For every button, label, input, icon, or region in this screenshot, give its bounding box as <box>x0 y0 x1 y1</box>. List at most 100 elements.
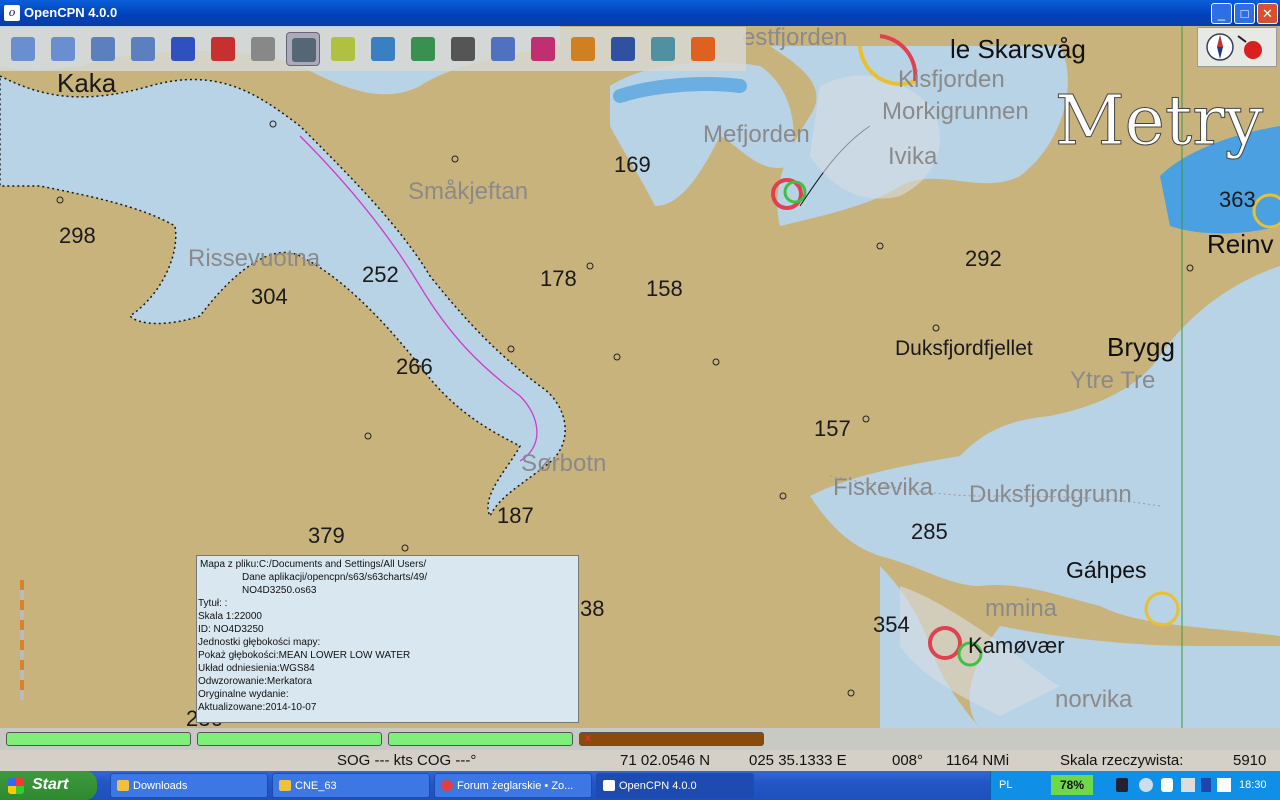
info-line: Pokaż głębokości:MEAN LOWER LOW WATER <box>198 650 411 661</box>
latitude-readout: 71 02.0546 N <box>620 752 711 769</box>
opencpn-icon <box>603 780 615 791</box>
scale-value: 5910 <box>1233 752 1267 769</box>
piano-key[interactable] <box>6 732 191 746</box>
place-label: norvika <box>1055 686 1133 713</box>
minimize-button[interactable]: _ <box>1211 3 1232 24</box>
toolbar-settings-button[interactable] <box>246 32 280 66</box>
sounding: 169 <box>614 152 651 177</box>
security-icon[interactable] <box>1217 778 1231 792</box>
taskbar-item-opencpn[interactable]: OpenCPN 4.0.0 <box>596 773 754 798</box>
toolbar-auto-follow-button[interactable] <box>206 32 240 66</box>
language-indicator[interactable]: PL <box>999 779 1012 791</box>
toolbar-help-button[interactable] <box>606 32 640 66</box>
sounding: 266 <box>396 354 433 379</box>
chart-piano-bar: x <box>0 728 1280 750</box>
taskbar-item-label: Downloads <box>133 780 188 792</box>
folder-icon <box>279 780 291 791</box>
sounding: 298 <box>59 223 96 248</box>
sounding: 304 <box>251 284 288 309</box>
info-line: NO4D3250.os63 <box>242 585 317 596</box>
toolbar-print-button[interactable] <box>446 32 480 66</box>
battery-indicator[interactable]: 78% <box>1051 775 1093 795</box>
sounding: 285 <box>911 519 948 544</box>
sounding: 292 <box>965 246 1002 271</box>
network-icon[interactable] <box>1181 778 1195 792</box>
place-label: Gáhpes <box>1066 557 1147 583</box>
bluetooth-icon[interactable] <box>1201 778 1211 792</box>
toolbar-scale-in-button[interactable] <box>86 32 120 66</box>
chart-canvas[interactable]: 298 304 252 178 158 169 266 292 157 187 … <box>0 26 1280 728</box>
toolbar-scale-out-button[interactable] <box>126 32 160 66</box>
toolbar-zoom-in-button[interactable] <box>6 32 40 66</box>
distance-readout: 1164 NMi <box>946 752 1010 769</box>
notification-icon[interactable] <box>1161 778 1173 792</box>
current-tide-icon <box>331 37 355 61</box>
toolbar-mob-button[interactable] <box>686 32 720 66</box>
taskbar-item-label: OpenCPN 4.0.0 <box>619 780 697 792</box>
piano-key[interactable] <box>388 732 573 746</box>
taskbar-item-label: CNE_63 <box>295 780 337 792</box>
route-manager-icon <box>491 37 515 61</box>
settings-icon <box>251 37 275 61</box>
mob-icon <box>691 37 715 61</box>
place-label: Kaka <box>57 68 117 98</box>
info-line: Mapa z pliku:C:/Documents and Settings/A… <box>200 559 427 570</box>
toolbar-color-scheme-button[interactable] <box>566 32 600 66</box>
place-label: mmina <box>985 595 1058 622</box>
windows-logo-icon <box>8 778 24 794</box>
chevron-left-icon[interactable] <box>1139 778 1153 792</box>
auto-follow-icon <box>211 37 235 61</box>
toolbar-current-tide-button[interactable] <box>326 32 360 66</box>
place-label: estfjorden <box>742 26 848 51</box>
toolbar-zoom-out-button[interactable] <box>46 32 80 66</box>
ais-tide-icon <box>371 37 395 61</box>
main-toolbar <box>0 27 746 71</box>
toolbar-chart-info-button[interactable] <box>646 32 680 66</box>
info-line: Dane aplikacji/opencpn/s63/s63charts/49/ <box>242 572 428 583</box>
status-bar: SOG --- kts COG ---° 71 02.0546 N 025 35… <box>0 750 1280 771</box>
compass-widget[interactable] <box>1197 27 1277 67</box>
taskbar-item-forum[interactable]: Forum żeglarskie • Zo... <box>434 773 592 798</box>
info-line: Aktualizowane:2014-10-07 <box>198 702 317 713</box>
window-title: OpenCPN 4.0.0 <box>24 5 118 20</box>
place-label: Kamøvær <box>968 633 1065 658</box>
window-titlebar[interactable]: o OpenCPN 4.0.0 _ □ ✕ <box>0 0 1280 26</box>
place-label: Ytre Tre <box>1070 367 1156 394</box>
metry-watermark: Metry <box>1054 82 1264 162</box>
taskbar-item-cne[interactable]: CNE_63 <box>272 773 430 798</box>
place-label: Duksfjordgrunn <box>969 481 1132 508</box>
opencpn-app-icon[interactable]: o <box>4 5 20 21</box>
place-label: Rissevuotna <box>188 245 321 272</box>
place-label: Sørbotn <box>521 450 607 477</box>
piano-key[interactable]: x <box>579 732 764 746</box>
info-line: Skala 1:22000 <box>198 611 262 622</box>
chart-info-panel: Mapa z pliku:C:/Documents and Settings/A… <box>196 555 579 723</box>
scale-out-icon <box>131 37 155 61</box>
toolbar-ais-tide-button[interactable] <box>366 32 400 66</box>
scale-in-icon <box>91 37 115 61</box>
piano-key[interactable] <box>197 732 382 746</box>
toolbar-route-manager-button[interactable] <box>486 32 520 66</box>
start-button[interactable]: Start <box>0 771 97 800</box>
taskbar-item-label: Forum żeglarskie • Zo... <box>457 780 574 792</box>
clock[interactable]: 18:30 <box>1239 779 1267 791</box>
scale-label: Skala rzeczywista: <box>1060 752 1184 769</box>
power-plug-icon[interactable] <box>1116 778 1128 792</box>
toolbar-route-button[interactable] <box>166 32 200 66</box>
toolbar-track-button[interactable] <box>526 32 560 66</box>
taskbar-item-downloads[interactable]: Downloads <box>110 773 268 798</box>
chrome-icon <box>441 780 453 791</box>
place-label: Kisfjorden <box>898 66 1005 93</box>
toolbar-show-currents-button[interactable] <box>406 32 440 66</box>
toolbar-text-button[interactable] <box>286 32 320 66</box>
route-icon <box>171 37 195 61</box>
maximize-button[interactable]: □ <box>1234 3 1255 24</box>
sounding: 252 <box>362 262 399 287</box>
close-button[interactable]: ✕ <box>1257 3 1278 24</box>
place-label: Småkjeftan <box>408 178 529 205</box>
sounding: 187 <box>497 503 534 528</box>
compass-icon <box>1206 33 1262 61</box>
piano-key-mark: x <box>585 732 592 744</box>
sounding: 363 <box>1219 187 1256 212</box>
sounding: 38 <box>580 596 605 621</box>
